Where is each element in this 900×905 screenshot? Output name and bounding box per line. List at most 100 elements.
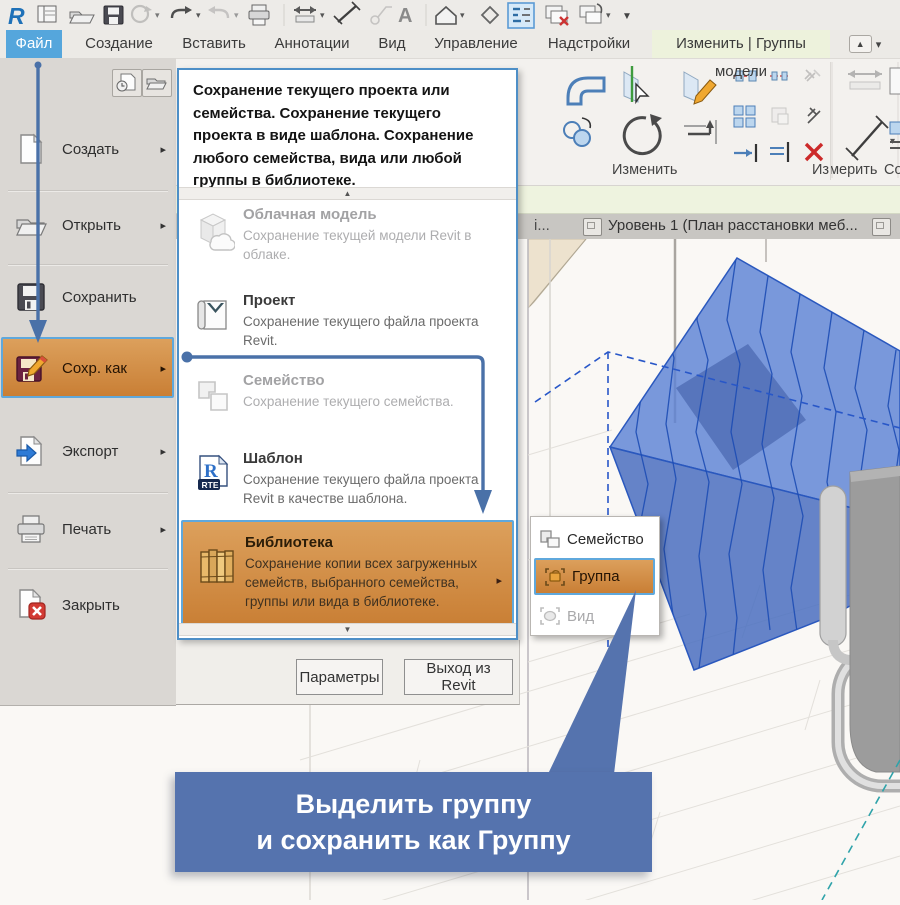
split-element-icon [623, 66, 650, 105]
redo-dropdown-icon: ▾ [234, 10, 239, 20]
file-menu-footer: Параметры Выход из Revit [176, 640, 520, 705]
file-menu-item-open[interactable]: Открыть ▸ [0, 198, 176, 252]
recent-documents-icon [116, 73, 136, 92]
tab-addins[interactable]: Надстройки [536, 30, 642, 58]
offset-icon [770, 71, 790, 81]
saveas-floppy-pencil-icon [14, 351, 48, 385]
flyout-item-view[interactable]: Вид [531, 599, 659, 633]
switch-dropdown-icon: ▾ [606, 10, 611, 20]
print-icon [248, 4, 270, 26]
quick-access-toolbar: R ▾ ▾ ▾ ▾ A ▾ ▾ ▼ [0, 0, 900, 30]
collapse-dropdown-icon: ▾ [875, 38, 882, 51]
open-folder-icon [14, 208, 48, 242]
open-documents-button[interactable] [142, 69, 172, 97]
view-tab-right-icon [872, 218, 891, 236]
saveas-option-library[interactable]: Библиотека Сохранение копии всех загруже… [181, 520, 514, 627]
floor-plan-icon [583, 218, 602, 236]
save-floppy-icon [14, 280, 48, 314]
annotation-callout: Выделить группу и сохранить как Группу [175, 772, 652, 872]
flyout-arrow-icon: ▸ [160, 219, 166, 232]
measure-icon [294, 6, 316, 23]
measure-dropdown-icon: ▾ [320, 10, 325, 20]
scale-icon [771, 107, 789, 125]
panel-label-create[interactable]: Со [884, 162, 900, 178]
undo-icon [170, 6, 192, 19]
library-flyout-arrow-icon: ▸ [496, 575, 502, 587]
ribbon-tab-bar: Файл Создание Вставить Аннотации Вид Упр… [0, 30, 900, 80]
tab-file[interactable]: Файл [6, 30, 62, 58]
view-small-icon [539, 606, 561, 626]
revit-logo-icon: R [8, 3, 25, 29]
file-menu-item-saveas[interactable]: Сохр. как ▸ [0, 341, 176, 395]
text-icon: A [398, 5, 412, 27]
file-menu-item-close[interactable]: Закрыть [0, 578, 176, 632]
saveas-submenu: Сохранение текущего проекта или семейств… [177, 68, 518, 640]
flyout-arrow-icon: ▸ [160, 445, 166, 458]
family-small-icon [539, 529, 561, 549]
pin-icon [807, 107, 821, 124]
ribbon-collapse-button[interactable]: ▲ ▾ [844, 34, 886, 54]
qat-icons[interactable]: R ▾ ▾ ▾ ▾ A ▾ ▾ ▼ [0, 0, 680, 30]
sync-icon [130, 4, 152, 24]
tab-view[interactable]: Вид [368, 30, 416, 58]
flyout-item-group[interactable]: Группа [534, 558, 655, 595]
tab-modify-groups-contextual[interactable]: Изменить | Группы модели [652, 30, 830, 80]
printer-icon [14, 512, 48, 546]
svg-text:RTE: RTE [202, 480, 219, 490]
close-document-icon [14, 588, 48, 622]
project-icon [191, 294, 235, 338]
trim-icon [734, 144, 758, 162]
home-3d-icon [435, 5, 457, 25]
submenu-scroll-up[interactable]: ▲ [179, 187, 516, 200]
view-tab-title[interactable]: Уровень 1 (План расстановки меб... [608, 217, 858, 234]
switch-windows-icon [579, 3, 603, 24]
library-flyout-menu: Семейство Группа Вид [530, 516, 660, 636]
cloud-model-icon [191, 208, 236, 252]
file-menu-item-print[interactable]: Печать ▸ [0, 502, 176, 556]
tag-icon [370, 6, 392, 25]
rotate-icon [622, 114, 662, 156]
tab-insert[interactable]: Вставить [172, 30, 256, 58]
panel-label-modify[interactable]: Изменить [612, 162, 677, 178]
recent-documents-button[interactable] [112, 69, 142, 97]
library-books-icon [195, 544, 239, 588]
mirror-icon [563, 117, 592, 147]
family-icon [191, 374, 235, 418]
array-icon [733, 105, 756, 128]
dimension-icon [333, 1, 361, 25]
file-menu-item-export[interactable]: Экспорт ▸ [0, 424, 176, 478]
view-tab-truncated[interactable]: i... [534, 217, 550, 234]
saveas-tooltip-text: Сохранение текущего проекта или семейств… [193, 82, 474, 189]
submenu-scroll-down[interactable]: ▼ [179, 623, 516, 636]
undo-dropdown-icon: ▾ [196, 10, 201, 20]
options-button[interactable]: Параметры [296, 659, 383, 695]
split-with-gap-icon [683, 71, 717, 105]
export-icon [14, 434, 48, 468]
qat-customize-icon: ▼ [622, 11, 632, 22]
flyout-arrow-icon: ▸ [160, 143, 166, 156]
flyout-item-family[interactable]: Семейство [531, 522, 659, 556]
flyout-arrow-icon: ▸ [160, 523, 166, 536]
unpin-icon [804, 69, 821, 82]
save-icon [103, 5, 124, 25]
redo-icon [208, 6, 230, 19]
open-icon [69, 11, 95, 24]
flyout-arrow-icon: ▸ [160, 362, 166, 375]
file-menu-item-save[interactable]: Сохранить [0, 270, 176, 324]
new-document-icon [14, 132, 48, 166]
move-icon [684, 120, 717, 144]
file-menu-item-new[interactable]: Создать ▸ [0, 122, 176, 176]
join-geometry-icon [566, 76, 606, 106]
tab-annotate[interactable]: Аннотации [264, 30, 360, 58]
exit-revit-button[interactable]: Выход из Revit [404, 659, 513, 695]
panel-label-measure[interactable]: Измерить [812, 162, 877, 178]
tab-create[interactable]: Создание [74, 30, 164, 58]
tab-manage[interactable]: Управление [424, 30, 528, 58]
template-rte-icon: R RTE [191, 452, 235, 496]
sync-dropdown-icon: ▾ [155, 10, 160, 20]
close-hidden-windows-icon [545, 5, 569, 26]
delete-icon [804, 142, 824, 162]
properties-icon [37, 5, 57, 23]
section-icon [480, 5, 500, 25]
measure-between-icon [845, 115, 889, 161]
